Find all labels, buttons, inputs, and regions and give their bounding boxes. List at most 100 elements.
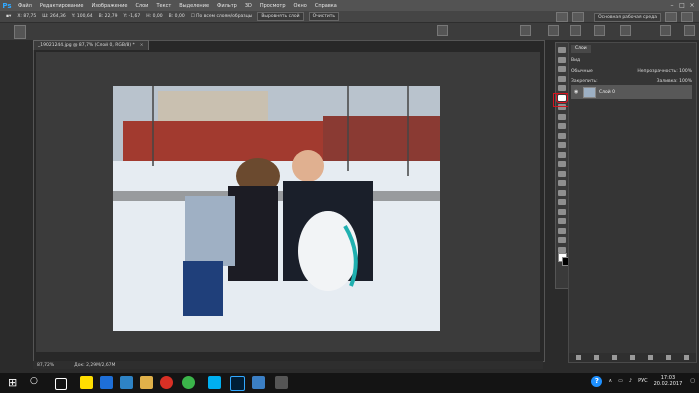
search-icon[interactable]: ○ bbox=[30, 376, 43, 389]
app-icon[interactable] bbox=[182, 376, 195, 389]
maximize-icon[interactable]: □ bbox=[677, 0, 687, 11]
angle-field[interactable]: Y: -1,67 bbox=[124, 14, 141, 19]
doc-info[interactable]: Док: 2,29М/2,67М bbox=[74, 363, 115, 368]
menu-item[interactable]: Просмотр bbox=[256, 3, 290, 9]
language-indicator[interactable]: РУС bbox=[638, 378, 648, 384]
explorer-icon[interactable] bbox=[140, 376, 153, 389]
v2-field[interactable]: В: 0,00 bbox=[169, 14, 185, 19]
network-icon[interactable]: ▭ bbox=[618, 378, 623, 384]
tool-icon[interactable] bbox=[558, 47, 566, 53]
app-icon[interactable] bbox=[275, 376, 288, 389]
adjustment-icon[interactable] bbox=[629, 355, 635, 360]
skype-icon[interactable] bbox=[208, 376, 221, 389]
layers-tab[interactable]: Слои bbox=[571, 45, 591, 53]
tool-icon[interactable] bbox=[558, 237, 566, 243]
group-icon[interactable] bbox=[648, 355, 654, 360]
layer-filter-row[interactable]: Вид bbox=[571, 57, 692, 64]
move-tool-icon[interactable] bbox=[14, 25, 26, 39]
tool-icon[interactable] bbox=[558, 85, 566, 91]
yandex-icon[interactable] bbox=[80, 376, 93, 389]
menu-item[interactable]: Фильтр bbox=[213, 3, 241, 9]
notifications-icon[interactable]: ▢ bbox=[690, 378, 695, 384]
panel-toggle-icon[interactable] bbox=[620, 25, 631, 36]
tool-icon[interactable] bbox=[558, 218, 566, 224]
tool-icon[interactable] bbox=[558, 113, 566, 120]
tool-icon[interactable] bbox=[558, 227, 566, 234]
eye-icon[interactable]: ◉ bbox=[574, 89, 578, 95]
menu-item[interactable]: Текст bbox=[152, 3, 175, 9]
browser-icon[interactable] bbox=[100, 376, 113, 389]
clock[interactable]: 17:03 20.02.2017 bbox=[654, 375, 683, 387]
blend-mode-select[interactable]: Обычные bbox=[571, 68, 593, 75]
task-view-icon[interactable] bbox=[55, 378, 67, 390]
layer-name[interactable]: Слой 0 bbox=[599, 90, 615, 95]
arrange-icon[interactable] bbox=[437, 25, 448, 36]
tool-preset-icon[interactable]: ▪▾ bbox=[6, 14, 11, 19]
minimize-icon[interactable]: – bbox=[667, 0, 677, 11]
panel-toggle-icon[interactable] bbox=[520, 25, 531, 36]
help-icon[interactable]: ? bbox=[591, 375, 603, 387]
h-field[interactable]: В: 22,79 bbox=[99, 14, 118, 19]
x-field[interactable]: X: 87,75 bbox=[17, 14, 36, 19]
panel-toggle-icon[interactable] bbox=[660, 25, 671, 36]
panel-toggle-icon[interactable] bbox=[570, 25, 581, 36]
opacity-field[interactable]: Непрозрачность: 100% bbox=[637, 68, 692, 75]
tool-icon[interactable] bbox=[558, 75, 566, 82]
edge-icon[interactable] bbox=[120, 376, 133, 389]
chrome-icon[interactable] bbox=[160, 376, 173, 389]
tool-icon[interactable] bbox=[558, 151, 566, 158]
document-tab[interactable]: _19021244.jpg @ 87,7% (Слой 0, RGB/8) * × bbox=[33, 40, 149, 50]
tool-icon[interactable] bbox=[558, 246, 566, 253]
align-layer-button[interactable]: Выровнять слой bbox=[257, 12, 304, 21]
menu-item[interactable]: Выделение bbox=[175, 3, 213, 9]
tool-icon[interactable] bbox=[558, 208, 566, 215]
menu-item[interactable]: Изображение bbox=[87, 3, 131, 9]
trash-icon[interactable] bbox=[684, 355, 690, 360]
close-icon[interactable]: × bbox=[687, 0, 697, 11]
mask-icon[interactable] bbox=[611, 355, 617, 360]
tool-icon[interactable] bbox=[558, 142, 566, 148]
tray-arrow-icon[interactable]: ∧ bbox=[608, 378, 612, 384]
filter-kind[interactable]: Вид bbox=[571, 58, 580, 63]
zoom-level[interactable]: 87,72% bbox=[37, 363, 54, 368]
menu-item[interactable]: Окно bbox=[290, 3, 311, 9]
volume-icon[interactable]: ♪ bbox=[629, 378, 632, 384]
menu-item[interactable]: 3D bbox=[241, 3, 256, 9]
layer-row[interactable]: ◉ Слой 0 bbox=[571, 85, 692, 99]
menu-item[interactable]: Редактирование bbox=[36, 3, 88, 9]
tool-icon[interactable] bbox=[558, 180, 566, 186]
3d-orbit-icon[interactable] bbox=[556, 12, 569, 22]
y-field[interactable]: Y: 100,64 bbox=[72, 14, 93, 19]
workspace-menu-icon[interactable] bbox=[681, 12, 693, 22]
h2-field[interactable]: Н: 0,00 bbox=[146, 14, 162, 19]
panel-toggle-icon[interactable] bbox=[594, 25, 605, 36]
link-icon[interactable] bbox=[575, 355, 581, 360]
tool-icon[interactable] bbox=[558, 132, 566, 139]
tool-icon[interactable] bbox=[558, 56, 566, 63]
fx-icon[interactable] bbox=[593, 355, 599, 360]
word-icon[interactable] bbox=[252, 376, 265, 389]
tool-icon[interactable] bbox=[558, 199, 566, 205]
search-icon[interactable] bbox=[665, 12, 677, 22]
close-tab-icon[interactable]: × bbox=[140, 43, 144, 48]
tool-icon[interactable] bbox=[558, 161, 566, 167]
panel-toggle-icon[interactable] bbox=[684, 25, 695, 36]
menu-item[interactable]: Файл bbox=[14, 3, 36, 9]
menu-item[interactable]: Справка bbox=[311, 3, 341, 9]
3d-roll-icon[interactable] bbox=[572, 12, 585, 22]
tool-icon[interactable] bbox=[558, 189, 566, 196]
w-field[interactable]: Ш: 264,36 bbox=[42, 14, 66, 19]
fill-field[interactable]: Заливка: 100% bbox=[657, 78, 692, 85]
tool-icon[interactable] bbox=[558, 123, 566, 129]
photo-image[interactable] bbox=[113, 86, 440, 331]
new-layer-icon[interactable] bbox=[666, 355, 672, 360]
panel-toggle-icon[interactable] bbox=[548, 25, 559, 36]
tool-icon[interactable] bbox=[558, 170, 566, 177]
all-layers-checkbox[interactable]: ☐ По всем слоям/образцы bbox=[191, 14, 253, 19]
workspace-select[interactable]: Основная рабочая среда bbox=[594, 12, 661, 22]
menu-item[interactable]: Слои bbox=[131, 3, 152, 9]
start-icon[interactable]: ⊞ bbox=[8, 377, 17, 389]
clear-button[interactable]: Очистить bbox=[308, 12, 340, 21]
photoshop-taskbar-icon[interactable] bbox=[230, 376, 245, 391]
tool-icon[interactable] bbox=[558, 66, 566, 72]
